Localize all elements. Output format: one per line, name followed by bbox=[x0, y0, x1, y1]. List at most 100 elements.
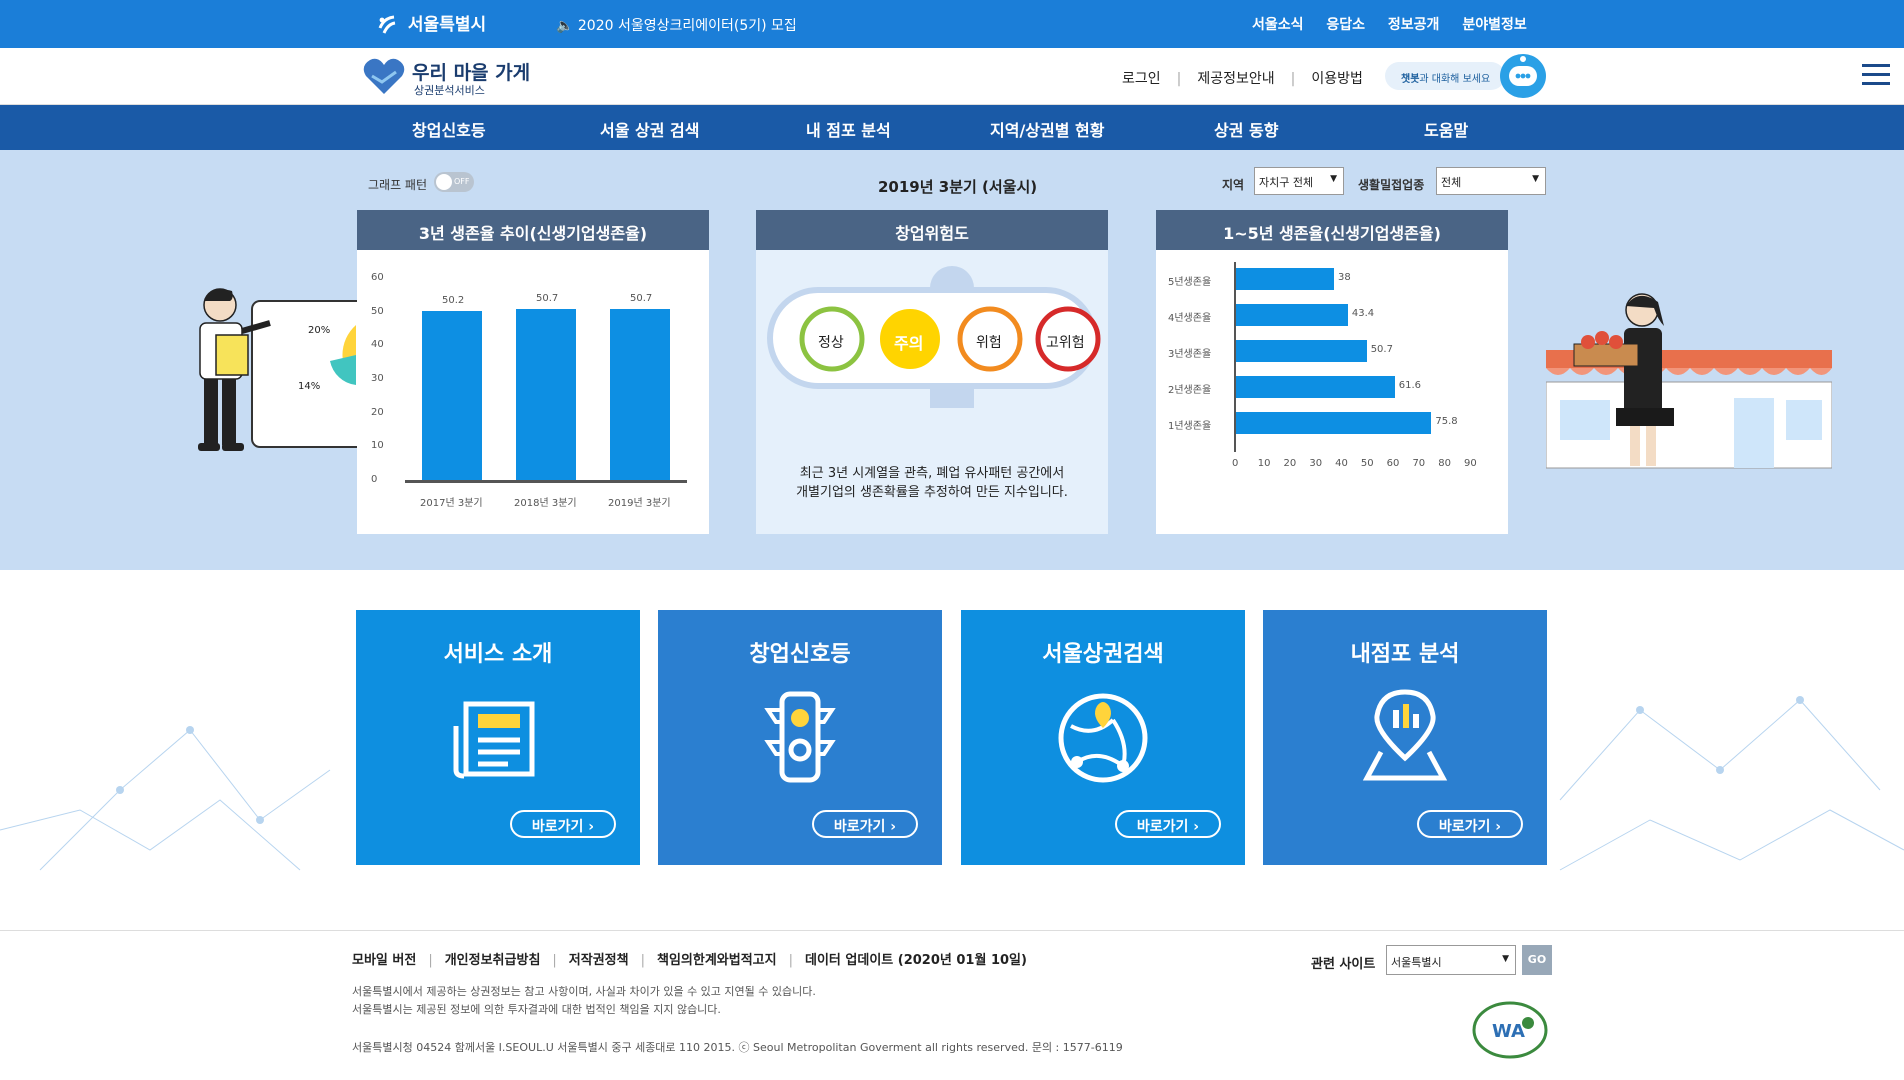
nav-region-status[interactable]: 지역/상권별 현황 bbox=[990, 117, 1104, 141]
toggle-knob bbox=[436, 174, 452, 190]
x-tick-label: 80 bbox=[1438, 458, 1451, 469]
top-link-open-info[interactable]: 정보공개 bbox=[1388, 17, 1440, 33]
panel-title: 창업위험도 bbox=[756, 210, 1108, 250]
seoul-logo-text: 서울특별시 bbox=[407, 15, 487, 35]
chatbot-label: 챗봇 bbox=[1401, 74, 1420, 85]
footer-link-mobile[interactable]: 모바일 버전 bbox=[352, 953, 416, 968]
chevron-down-icon: ▼ bbox=[1502, 954, 1509, 964]
x-tick-label: 60 bbox=[1386, 458, 1400, 469]
chatbot-prompt[interactable]: 챗봇과 대화해 보세요 bbox=[1385, 62, 1505, 90]
nav-my-store[interactable]: 내 점포 분석 bbox=[806, 117, 891, 141]
card-go-button[interactable]: 바로가기 › bbox=[510, 810, 616, 838]
top-link-eungdapso[interactable]: 응답소 bbox=[1326, 17, 1365, 33]
y-category-label: 3년생존율 bbox=[1168, 349, 1212, 360]
industry-select-value: 전체 bbox=[1441, 176, 1462, 189]
hbar-value-label: 61.6 bbox=[1398, 380, 1422, 391]
y-tick-label: 20 bbox=[371, 406, 384, 418]
graph-pattern-toggle[interactable]: OFF bbox=[434, 172, 474, 192]
toggle-state: OFF bbox=[454, 177, 470, 186]
card-go-button[interactable]: 바로가기 › bbox=[1115, 810, 1221, 838]
globe-pin-icon bbox=[1058, 693, 1148, 783]
seoul-logo-icon bbox=[378, 15, 396, 34]
nav-help[interactable]: 도움말 bbox=[1424, 117, 1468, 141]
signal-normal-label: 정상 bbox=[818, 335, 844, 351]
footer-link-disclaimer[interactable]: 책임의한계와법적고지 bbox=[657, 953, 777, 968]
x-tick-label: 0 bbox=[1232, 458, 1239, 469]
x-tick-label: 50 bbox=[1360, 458, 1374, 469]
footer-address: 서울특별시청 04524 함께서울 I.SEOUL.U 서울특별시 중구 세종대… bbox=[352, 1041, 1123, 1054]
go-label: 바로가기 bbox=[1136, 819, 1189, 835]
chatbot-robot-icon[interactable] bbox=[1500, 54, 1546, 98]
graph-pattern-label: 그래프 패턴 bbox=[368, 178, 428, 192]
brand-logo[interactable]: 우리 마을 가게 상권분석서비스 bbox=[362, 56, 530, 100]
y-tick-label: 30 bbox=[371, 373, 384, 384]
card-title: 창업신호등 bbox=[749, 642, 851, 667]
top-link-field-info[interactable]: 분야별정보 bbox=[1462, 17, 1526, 33]
brand-title: 우리 마을 가게 bbox=[412, 62, 531, 84]
signal-danger-label: 위험 bbox=[976, 335, 1002, 351]
top-bar: 서울특별시 🔈 2020 서울영상크리에이터(5기) 모집 서울소식 응답소 정… bbox=[0, 0, 1904, 48]
footer-link-privacy[interactable]: 개인정보취급방침 bbox=[445, 953, 541, 968]
card-go-button[interactable]: 바로가기 › bbox=[1417, 810, 1523, 838]
bar-value-label: 50.7 bbox=[630, 293, 653, 305]
nav-seoul-search[interactable]: 서울 상권 검색 bbox=[600, 117, 699, 141]
presenter-illustration: 20% 14% bbox=[198, 288, 370, 451]
top-link-news[interactable]: 서울소식 bbox=[1252, 17, 1304, 33]
footer-links: 모바일 버전 | 개인정보취급방침 | 저작권정책 | 책임의한계와법적고지 | 데이터 업데이… bbox=[352, 949, 1027, 968]
notice-banner[interactable]: 🔈 2020 서울영상크리에이터(5기) 모집 bbox=[556, 15, 797, 35]
notice-text: 2020 서울영상크리에이터(5기) 모집 bbox=[577, 18, 797, 34]
chevron-down-icon: ▼ bbox=[1330, 174, 1337, 184]
bar-value-label: 50.2 bbox=[442, 294, 465, 306]
card-title: 서울상권검색 bbox=[1042, 642, 1164, 667]
separator: | bbox=[552, 953, 557, 968]
site-header: 우리 마을 가게 상권분석서비스 로그인 | 제공정보안내 | 이용방법 챗봇과 대화해… bbox=[0, 48, 1904, 105]
card-title: 서비스 소개 bbox=[443, 642, 553, 667]
survival-1to5yr-panel: 1~5년 생존율(신생기업생존율) 5년생존율 38 4년생존율 43.4 3년생존율 5… bbox=[1156, 210, 1508, 534]
hamburger-menu-icon[interactable] bbox=[1862, 64, 1890, 86]
related-sites-value: 서울특별시 bbox=[1391, 956, 1442, 969]
related-sites-select[interactable]: 서울특별시 ▼ bbox=[1386, 945, 1516, 975]
industry-select[interactable]: 전체 ▼ bbox=[1436, 167, 1546, 195]
wa-badge-text: WA bbox=[1492, 1021, 1525, 1042]
related-go-button[interactable]: GO bbox=[1522, 945, 1552, 975]
hbar-value-label: 75.8 bbox=[1435, 416, 1458, 427]
chatbot-text: 과 대화해 보세요 bbox=[1419, 74, 1491, 85]
traffic-light-icon bbox=[764, 691, 836, 783]
card-my-store[interactable]: 내점포 분석 바로가기 › bbox=[1263, 610, 1547, 865]
footer-link-copyright[interactable]: 저작권정책 bbox=[569, 953, 629, 968]
region-select[interactable]: 자치구 전체 ▼ bbox=[1254, 167, 1344, 195]
x-tick-label: 2017년 3분기 bbox=[420, 498, 483, 509]
y-tick-label: 60 bbox=[371, 272, 384, 283]
how-to-use-link[interactable]: 이용방법 bbox=[1311, 71, 1363, 87]
footer-notice-2: 서울특별시는 제공된 정보에 의한 투자결과에 대한 법적인 책임을 지지 않습… bbox=[352, 1003, 721, 1016]
card-startup-signal[interactable]: 창업신호등 바로가기 › bbox=[658, 610, 942, 865]
y-category-label: 5년생존율 bbox=[1168, 277, 1212, 288]
info-guide-link[interactable]: 제공정보안내 bbox=[1197, 71, 1274, 87]
separator: | bbox=[1290, 71, 1296, 87]
region-label: 지역 bbox=[1222, 178, 1245, 192]
signal-high-danger-label: 고위험 bbox=[1046, 335, 1085, 351]
login-link[interactable]: 로그인 bbox=[1122, 71, 1161, 87]
card-seoul-search[interactable]: 서울상권검색 바로가기 › bbox=[961, 610, 1245, 865]
separator: | bbox=[1176, 71, 1182, 87]
survival-3yr-panel: 3년 생존율 추이(신생기업생존율) 0 10 20 30 40 50 60 50.2 2017… bbox=[357, 210, 709, 534]
hbar-value-label: 43.4 bbox=[1351, 308, 1375, 319]
go-label: 바로가기 bbox=[531, 819, 584, 835]
y-tick-label: 0 bbox=[371, 474, 378, 485]
y-category-label: 2년생존율 bbox=[1168, 385, 1212, 396]
hbar-3 bbox=[1236, 376, 1395, 398]
seoul-logo[interactable]: 서울특별시 bbox=[376, 10, 486, 36]
bar-2 bbox=[610, 309, 670, 480]
related-sites-label: 관련 사이트 bbox=[1311, 957, 1376, 972]
card-service-intro[interactable]: 서비스 소개 바로가기 › bbox=[356, 610, 640, 865]
x-tick-label: 2018년 3분기 bbox=[514, 498, 577, 509]
nav-startup-signal[interactable]: 창업신호등 bbox=[412, 117, 486, 141]
footer-data-update: 데이터 업데이트 (2020년 01월 10일) bbox=[805, 953, 1027, 968]
map-chart-pin-icon bbox=[1362, 689, 1448, 781]
card-go-button[interactable]: 바로가기 › bbox=[812, 810, 918, 838]
bar-0 bbox=[422, 310, 482, 480]
y-category-label: 1년생존율 bbox=[1168, 421, 1212, 432]
nav-trends[interactable]: 상권 동향 bbox=[1214, 117, 1278, 141]
dashboard: 20% 14% 그래프 패턴 OFF 2019년 3분기 (서울시) 지역 자치… bbox=[0, 150, 1904, 570]
site-footer: 모바일 버전 | 개인정보취급방침 | 저작권정책 | 책임의한계와법적고지 | 데이터 업데이… bbox=[0, 930, 1904, 1080]
